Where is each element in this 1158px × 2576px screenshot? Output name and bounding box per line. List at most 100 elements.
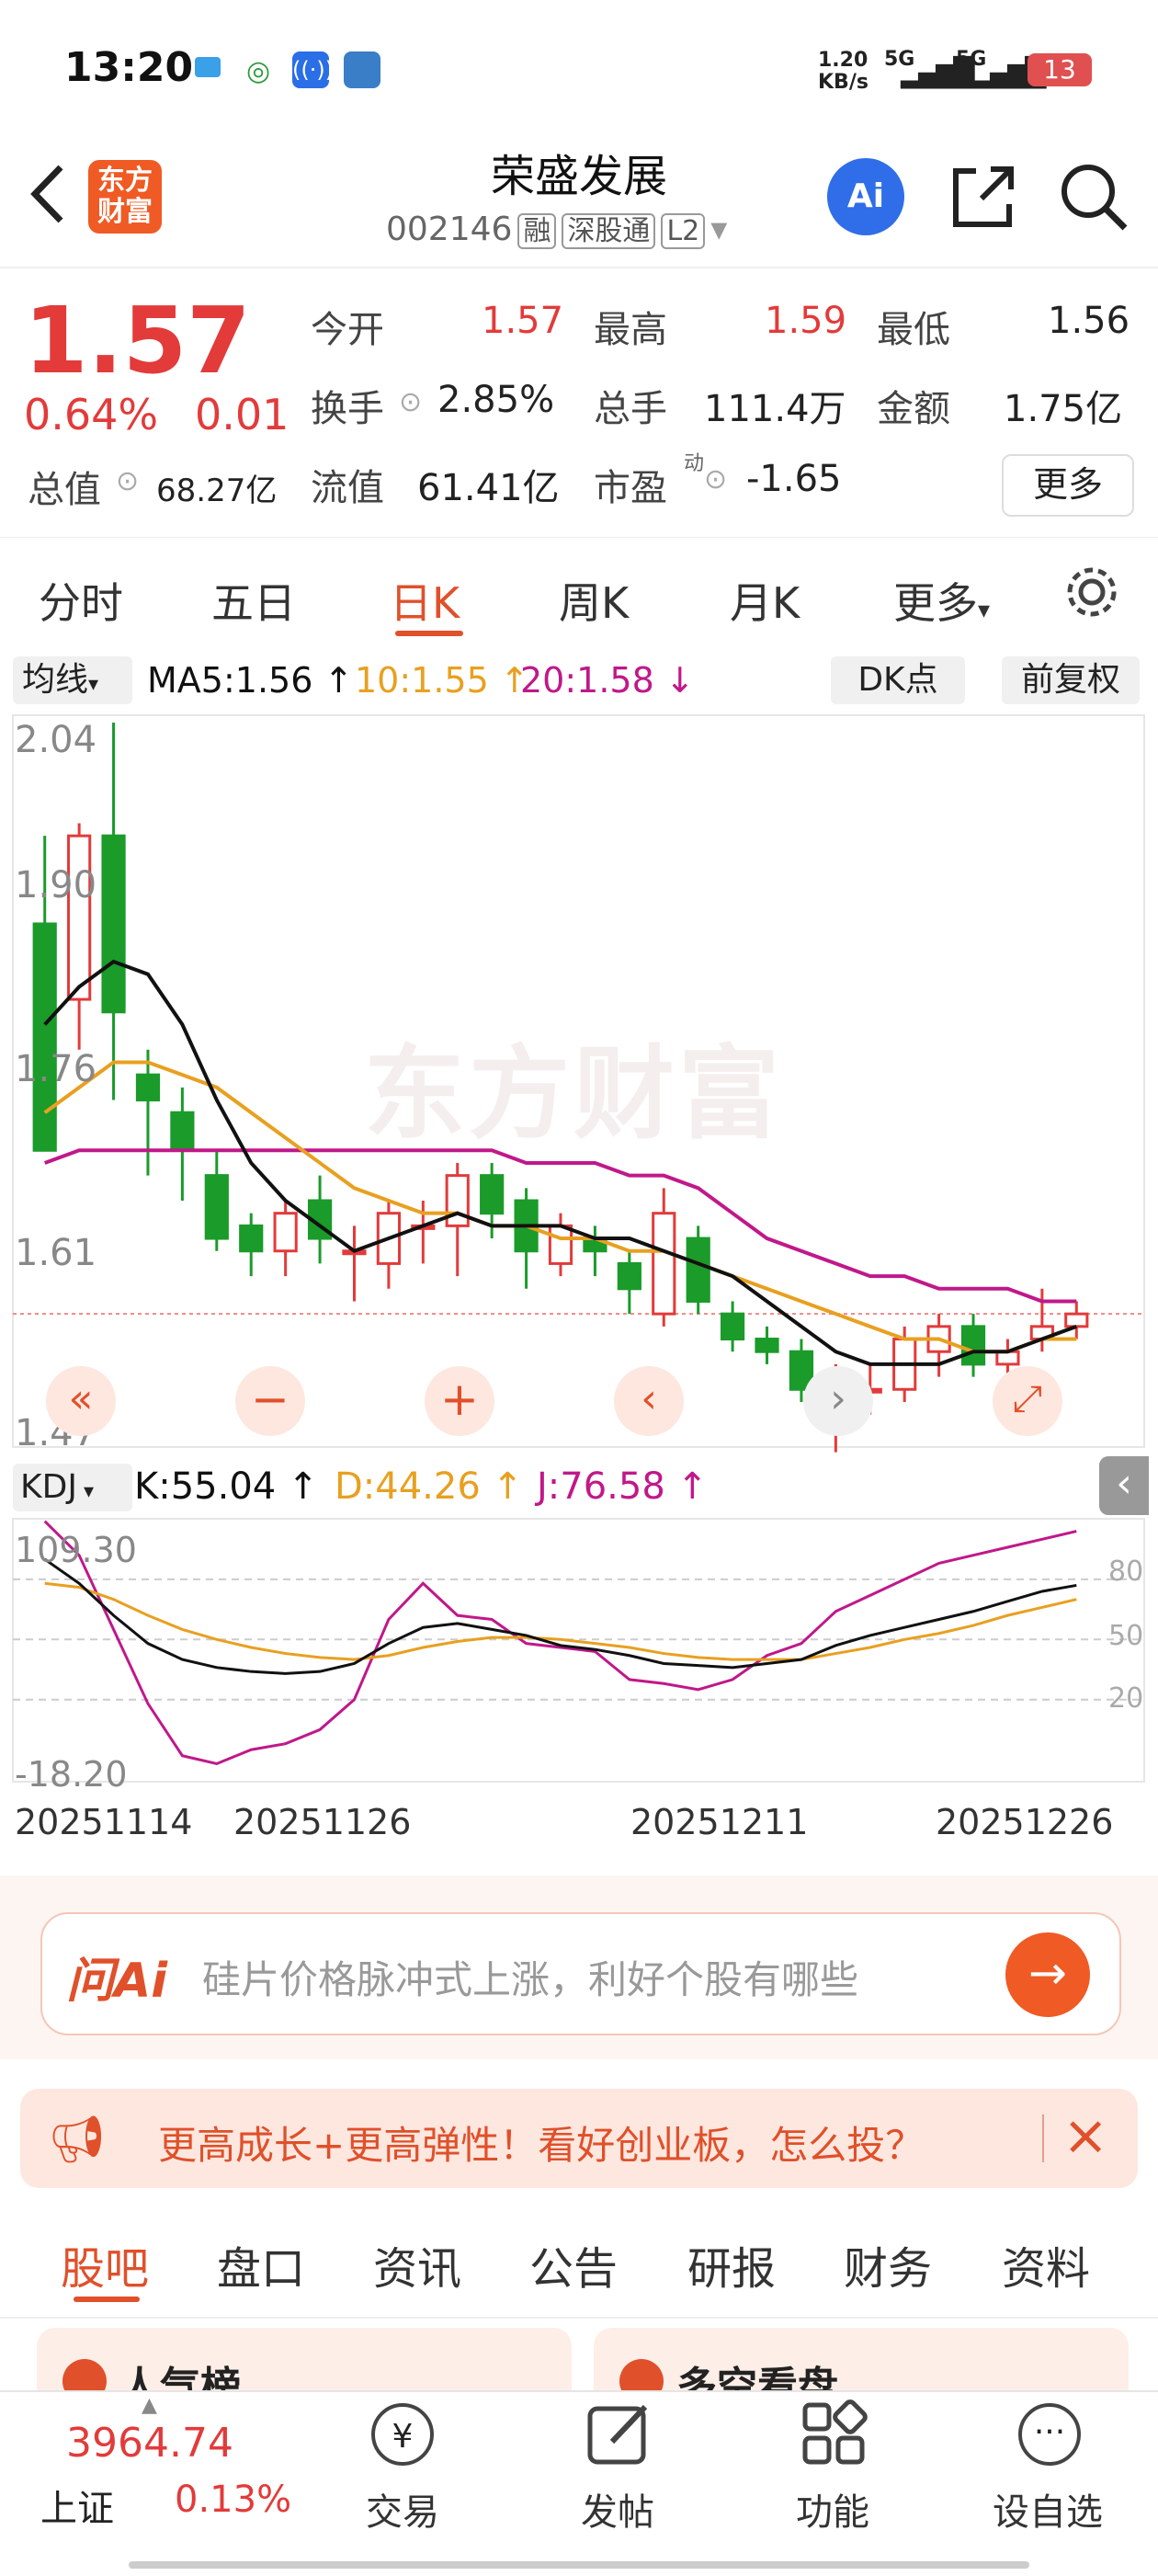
tab-orderbook[interactable]: 盘口 (217, 2232, 305, 2297)
candle-body[interactable] (995, 1350, 1020, 1366)
price: 1.57 (24, 287, 251, 394)
price-adjust-button[interactable]: 前复权 (1002, 656, 1140, 704)
dropdown-icon[interactable]: ▾ (710, 211, 727, 248)
change-pct: 0.64% (24, 390, 159, 439)
date-label-4: 20251226 (936, 1802, 1114, 1842)
card-longshort[interactable]: 多空看盘 (594, 2328, 1129, 2392)
scroll-far-left-icon[interactable]: « (46, 1366, 116, 1436)
settings-gear-icon[interactable] (1062, 563, 1121, 621)
ma-selector[interactable]: 均线▾ (13, 656, 132, 704)
candle-body[interactable] (273, 1212, 298, 1253)
quote-panel: 1.57 0.64% 0.01 今开 1.57 最高 1.59 最低 1.56 … (0, 267, 1158, 533)
tab-monthly-k[interactable]: 月K (730, 570, 800, 631)
tab-more[interactable]: 更多▾ (893, 570, 990, 631)
amount-label: 金额 (877, 388, 950, 430)
promo-banner[interactable]: 📢︎ 更高成长+更高弹性！看好创业板，怎么投？ × (20, 2089, 1138, 2188)
tab-profile[interactable]: 资料 (1002, 2232, 1090, 2297)
candle-body[interactable] (170, 1111, 195, 1152)
watchlist-icon[interactable]: ··· (1018, 2403, 1081, 2466)
search-icon[interactable] (1057, 160, 1130, 234)
mktcap-info-icon[interactable]: ⊙ (116, 465, 139, 497)
nav-functions[interactable]: 功能 (796, 2482, 869, 2536)
candle-body[interactable] (1064, 1312, 1089, 1328)
ma5-value: MA5:1.56 ↑ (147, 660, 354, 701)
dk-point-button[interactable]: DK点 (831, 656, 965, 704)
tab-5day[interactable]: 五日 (211, 570, 296, 631)
kdj-chart[interactable] (0, 1517, 1158, 1793)
tab-intraday[interactable]: 分时 (39, 570, 123, 631)
high-label: 最高 (594, 309, 667, 351)
candle-body[interactable] (686, 1237, 710, 1303)
hotspot-icon: ((·)) (292, 51, 334, 88)
zoom-out-icon[interactable]: − (235, 1366, 305, 1436)
tab-more-caret-icon: ▾ (978, 597, 991, 624)
candle-body[interactable] (445, 1174, 470, 1227)
indicator-selector[interactable]: KDJ ▾ (13, 1464, 132, 1511)
nav-trade[interactable]: 交易 (366, 2482, 439, 2536)
index-value[interactable]: 3964.74 (66, 2420, 233, 2467)
low-value: 1.56 (1048, 300, 1130, 342)
info-icon[interactable]: ⊙ (399, 386, 422, 418)
tab-weekly-k[interactable]: 周K (559, 570, 629, 631)
card-popularity-title: 人气榜 (119, 2364, 241, 2392)
tag-margin: 融 (517, 213, 557, 249)
tab-forum[interactable]: 股吧 (61, 2232, 149, 2297)
tab-finance[interactable]: 财务 (844, 2232, 932, 2297)
kdj-y-bottom: -18.20 (15, 1754, 128, 1795)
home-indicator (129, 2561, 1029, 2569)
close-icon[interactable]: × (1062, 2103, 1108, 2168)
tab-news[interactable]: 资讯 (373, 2232, 461, 2297)
change-value: 0.01 (195, 390, 290, 439)
candle-body[interactable] (960, 1325, 986, 1366)
net-speed: 1.20 KB/s (818, 49, 868, 94)
nav-post[interactable]: 发帖 (581, 2482, 654, 2536)
candle-body[interactable] (101, 834, 126, 1014)
stock-code: 002146 (386, 211, 513, 248)
candle-body[interactable] (32, 922, 57, 1152)
ask-ai-logo: 问Ai (66, 1954, 168, 2009)
ask-submit-arrow-icon[interactable]: → (1005, 1932, 1090, 2017)
tab-research[interactable]: 研报 (687, 2232, 776, 2297)
ma10-value: 10:1.55 ↑ (355, 660, 529, 701)
candle-body[interactable] (548, 1224, 573, 1265)
promo-text: 更高成长+更高弹性！看好创业板，怎么投？ (158, 2123, 925, 2168)
tab-daily-k[interactable]: 日K (390, 570, 460, 631)
ask-ai-box[interactable]: 问Ai 硅片价格脉冲式上涨，利好个股有哪些 → (40, 1912, 1121, 2035)
scroll-right-icon[interactable]: › (803, 1366, 873, 1436)
post-icon[interactable] (585, 2399, 654, 2469)
candle-body[interactable] (239, 1224, 264, 1253)
fullscreen-icon[interactable]: ⤢ (993, 1366, 1062, 1436)
kdj-y-top: 109.30 (15, 1530, 137, 1570)
tab-announcements[interactable]: 公告 (529, 2232, 618, 2297)
ma-selector-caret-icon: ▾ (88, 673, 99, 696)
kdj-k-line (43, 1557, 1077, 1675)
candle-body[interactable] (720, 1312, 745, 1341)
candle-body[interactable] (652, 1212, 676, 1316)
collapse-panel-icon[interactable]: ‹ (1099, 1456, 1149, 1515)
kdj-level-20: 20 (1108, 1682, 1144, 1715)
scroll-left-icon[interactable]: ‹ (614, 1366, 684, 1436)
share-icon[interactable] (948, 162, 1018, 232)
volume-value: 111.4万 (704, 388, 846, 430)
trade-icon[interactable]: ¥ (371, 2403, 434, 2466)
more-button[interactable]: 更多 (1002, 454, 1134, 517)
candle-body[interactable] (204, 1174, 229, 1240)
card-longshort-title: 多空看盘 (676, 2364, 838, 2392)
date-label-2: 20251126 (233, 1802, 412, 1842)
tag-connect: 深股通 (562, 213, 656, 249)
candle-body[interactable] (480, 1174, 505, 1215)
candle-body[interactable] (617, 1261, 641, 1291)
card-popularity[interactable]: 人气榜 (37, 2328, 572, 2392)
nav-add-watchlist[interactable]: 设自选 (993, 2482, 1103, 2536)
candle-body[interactable] (135, 1073, 161, 1102)
candle-body[interactable] (755, 1338, 779, 1353)
functions-grid-icon[interactable] (800, 2399, 869, 2469)
pe-info-icon[interactable]: ⊙ (704, 463, 727, 496)
mktcap-label: 总值 (28, 469, 101, 511)
ai-icon[interactable]: Ai (827, 158, 904, 235)
ask-ai-placeholder: 硅片价格脉冲式上涨，利好个股有哪些 (202, 1957, 859, 2002)
ma20-value: 20:1.58 ↓ (520, 660, 695, 701)
kdj-j-line (43, 1520, 1077, 1766)
zoom-in-icon[interactable]: + (425, 1366, 494, 1436)
candle-body[interactable] (67, 834, 92, 1001)
